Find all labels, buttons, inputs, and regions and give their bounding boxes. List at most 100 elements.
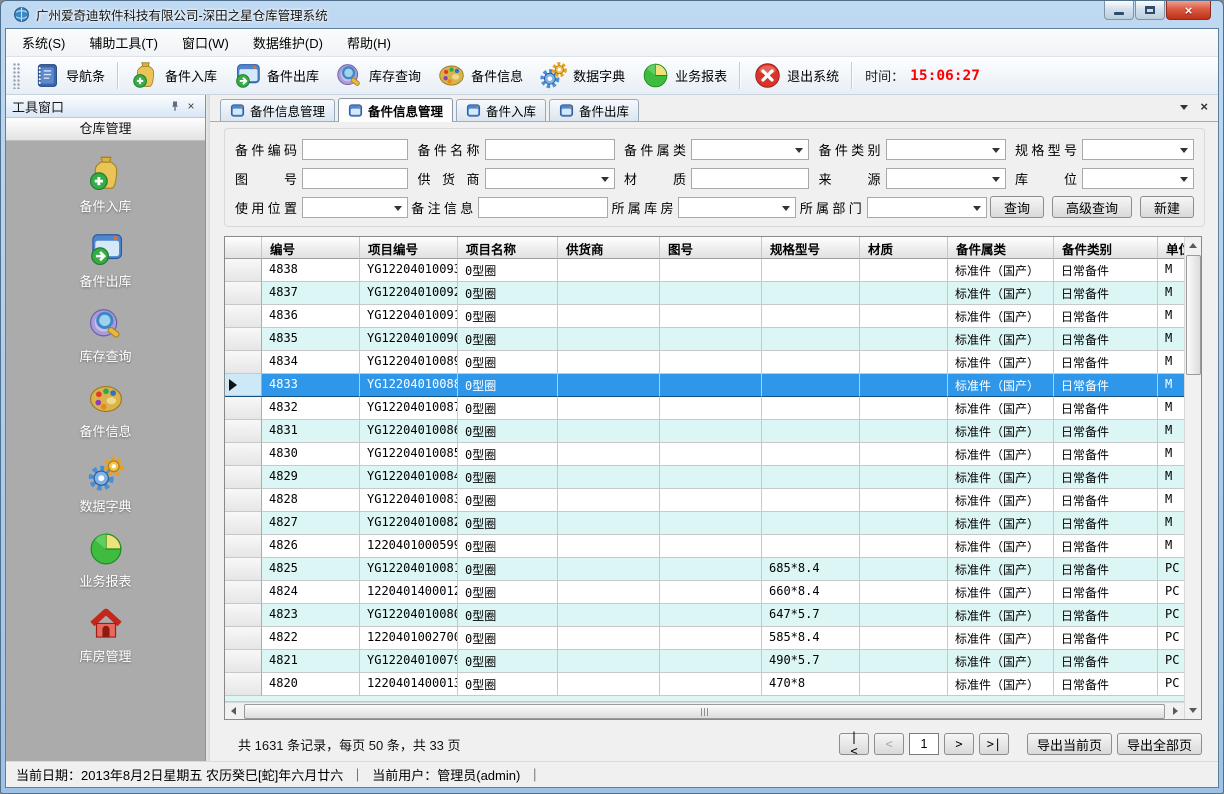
column-header-2[interactable]: 项目编号	[360, 237, 458, 259]
row-selector[interactable]	[225, 374, 262, 396]
sidebar-item-parts-info[interactable]: 备件信息	[46, 380, 166, 440]
tab-list-dropdown-icon[interactable]	[1180, 105, 1188, 110]
table-row[interactable]: 4829YG122040100840型圈标准件（国产）日常备件M	[225, 466, 1184, 489]
toolbar-button-nav-bar[interactable]: 导航条	[24, 59, 113, 92]
close-button[interactable]: ×	[1166, 1, 1211, 20]
material-input[interactable]	[691, 168, 809, 189]
page-number-input[interactable]	[909, 733, 939, 755]
sidebar-item-stock-query[interactable]: 库存查询	[46, 305, 166, 365]
part-category-select[interactable]	[886, 139, 1006, 160]
table-row[interactable]: 4830YG122040100850型圈标准件（国产）日常备件M	[225, 443, 1184, 466]
pin-icon[interactable]	[167, 98, 183, 114]
horizontal-scrollbar[interactable]	[225, 702, 1184, 719]
toolbar-button-data-dict[interactable]: 数据字典	[531, 59, 633, 92]
sidebar-item-parts-in[interactable]: 备件入库	[46, 155, 166, 215]
tab-parts-in[interactable]: 备件入库	[456, 99, 546, 121]
remark-input[interactable]	[478, 197, 608, 218]
spec-model-select[interactable]	[1082, 139, 1194, 160]
next-page-button[interactable]: >	[944, 733, 974, 755]
toolbar-button-parts-info[interactable]: 备件信息	[429, 59, 531, 92]
row-selector[interactable]	[225, 673, 262, 696]
table-row[interactable]: 482012204014000130型圈470*8标准件（国产）日常备件PC	[225, 673, 1184, 696]
vertical-scroll-thumb[interactable]	[1186, 255, 1201, 375]
stock-location-select[interactable]	[1082, 168, 1194, 189]
minimize-button[interactable]	[1104, 1, 1134, 20]
menu-item-aux-tools[interactable]: 辅助工具(T)	[77, 29, 170, 56]
row-selector[interactable]	[225, 305, 262, 328]
row-selector[interactable]	[225, 466, 262, 489]
part-genus-select[interactable]	[691, 139, 809, 160]
row-selector[interactable]	[225, 489, 262, 512]
sidebar-item-business-report[interactable]: 业务报表	[46, 530, 166, 590]
scroll-right-icon[interactable]	[1167, 703, 1184, 720]
column-header-8[interactable]: 备件属类	[948, 237, 1054, 259]
column-header-1[interactable]: 编号	[262, 237, 360, 259]
advanced-query-button[interactable]: 高级查询	[1052, 196, 1132, 218]
row-selector[interactable]	[225, 328, 262, 351]
export-all-pages-button[interactable]: 导出全部页	[1117, 733, 1202, 755]
menu-item-system[interactable]: 系统(S)	[10, 29, 77, 56]
table-row[interactable]: 4825YG122040100810型圈685*8.4标准件（国产）日常备件PC	[225, 558, 1184, 581]
toolbar-button-stock-query[interactable]: 库存查询	[327, 59, 429, 92]
drawing-no-input[interactable]	[302, 168, 408, 189]
table-row[interactable]: 4828YG122040100830型圈标准件（国产）日常备件M	[225, 489, 1184, 512]
table-row[interactable]: 482612204010005990型圈标准件（国产）日常备件M	[225, 535, 1184, 558]
row-selector[interactable]	[225, 443, 262, 466]
row-selector[interactable]	[225, 259, 262, 282]
first-page-button[interactable]: |<	[839, 733, 869, 755]
toolbar-button-parts-in[interactable]: 备件入库	[123, 59, 225, 92]
supplier-select[interactable]	[485, 168, 615, 189]
table-row[interactable]: 4833YG122040100880型圈标准件（国产）日常备件M	[225, 374, 1184, 397]
table-row[interactable]: 482212204010027000型圈585*8.4标准件（国产）日常备件PC	[225, 627, 1184, 650]
table-row[interactable]: 4837YG122040100920型圈标准件（国产）日常备件M	[225, 282, 1184, 305]
tab-parts-info-mgmt-1[interactable]: 备件信息管理	[220, 99, 335, 121]
table-row[interactable]: 4823YG122040100800型圈647*5.7标准件（国产）日常备件PC	[225, 604, 1184, 627]
horizontal-scroll-thumb[interactable]	[244, 704, 1165, 719]
table-row[interactable]: 4832YG122040100870型圈标准件（国产）日常备件M	[225, 397, 1184, 420]
tab-close-icon[interactable]: ×	[1200, 102, 1208, 112]
sidebar-item-data-dict[interactable]: 数据字典	[46, 455, 166, 515]
row-selector[interactable]	[225, 581, 262, 604]
sidebar-item-parts-out[interactable]: 备件出库	[46, 230, 166, 290]
sidebar-item-warehouse-mgmt[interactable]: 库房管理	[46, 605, 166, 665]
row-selector[interactable]	[225, 558, 262, 581]
export-current-page-button[interactable]: 导出当前页	[1027, 733, 1112, 755]
table-row[interactable]: 4821YG122040100790型圈490*5.7标准件（国产）日常备件PC	[225, 650, 1184, 673]
row-selector[interactable]	[225, 604, 262, 627]
row-selector[interactable]	[225, 650, 262, 673]
query-button[interactable]: 查询	[990, 196, 1044, 218]
scroll-down-icon[interactable]	[1185, 702, 1202, 719]
table-row[interactable]: 4827YG122040100820型圈标准件（国产）日常备件M	[225, 512, 1184, 535]
row-selector[interactable]	[225, 535, 262, 558]
part-code-input[interactable]	[302, 139, 408, 160]
column-header-3[interactable]: 项目名称	[458, 237, 558, 259]
department-select[interactable]	[867, 197, 987, 218]
table-row[interactable]: 4836YG122040100910型圈标准件（国产）日常备件M	[225, 305, 1184, 328]
use-position-select[interactable]	[302, 197, 408, 218]
new-button[interactable]: 新建	[1140, 196, 1194, 218]
table-row[interactable]: 4835YG122040100900型圈标准件（国产）日常备件M	[225, 328, 1184, 351]
table-row[interactable]: 4831YG122040100860型圈标准件（国产）日常备件M	[225, 420, 1184, 443]
row-selector[interactable]	[225, 420, 262, 443]
column-header-6[interactable]: 规格型号	[762, 237, 860, 259]
toolbar-button-exit-system[interactable]: 退出系统	[745, 59, 847, 92]
close-panel-icon[interactable]: ×	[183, 98, 199, 114]
row-selector[interactable]	[225, 282, 262, 305]
warehouse-select[interactable]	[678, 197, 796, 218]
row-selector[interactable]	[225, 397, 262, 420]
table-row[interactable]: 4834YG122040100890型圈标准件（国产）日常备件M	[225, 351, 1184, 374]
last-page-button[interactable]: >|	[979, 733, 1009, 755]
part-name-input[interactable]	[485, 139, 615, 160]
menu-item-window[interactable]: 窗口(W)	[170, 29, 241, 56]
vertical-scrollbar[interactable]	[1184, 237, 1201, 719]
scroll-up-icon[interactable]	[1185, 237, 1202, 254]
table-row[interactable]: 482412204014000120型圈660*8.4标准件（国产）日常备件PC	[225, 581, 1184, 604]
row-selector[interactable]	[225, 351, 262, 374]
column-header-7[interactable]: 材质	[860, 237, 948, 259]
column-header-4[interactable]: 供货商	[558, 237, 660, 259]
source-select[interactable]	[886, 168, 1006, 189]
toolbar-button-business-report[interactable]: 业务报表	[633, 59, 735, 92]
menu-item-data-maintenance[interactable]: 数据维护(D)	[241, 29, 335, 56]
menu-item-help[interactable]: 帮助(H)	[335, 29, 403, 56]
column-header-5[interactable]: 图号	[660, 237, 762, 259]
